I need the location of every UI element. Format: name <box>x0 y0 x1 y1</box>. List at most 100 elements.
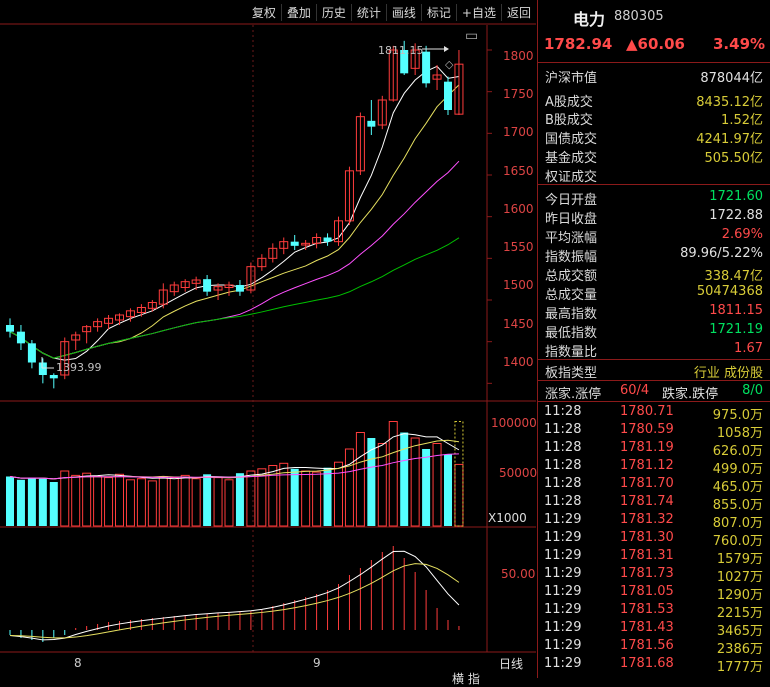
tick-time: 11:29 <box>544 584 582 599</box>
tick-row: 11:28 1781.19 626.0万 <box>538 440 770 459</box>
period-label[interactable]: 日线 <box>499 655 523 672</box>
candle-body <box>367 120 376 127</box>
price-tick: 1400 <box>503 355 534 369</box>
tick-volume: 1058万 <box>716 426 763 441</box>
tick-price: 1781.31 <box>620 548 674 563</box>
volume-bar <box>246 470 256 527</box>
stat-row: 指数振幅 89.96/5.22% <box>545 246 763 265</box>
price-tick: 1600 <box>503 202 534 216</box>
bottom-partial-label[interactable]: 横 指 <box>452 670 480 687</box>
kline-chart[interactable]: ◇ ▭ <box>0 0 536 678</box>
volume-bar <box>323 467 332 526</box>
volume-bar <box>422 449 431 526</box>
quote-panel: 电力 880305 1782.94 ▲60.06 3.49% 沪深市值 8780… <box>537 0 770 678</box>
volume-bar <box>312 471 322 527</box>
tick-time: 11:28 <box>544 422 582 437</box>
tick-time: 11:28 <box>544 404 582 419</box>
tick-row: 11:28 1781.74 855.0万 <box>538 494 770 513</box>
high-price-label: 1811.15 <box>378 44 424 57</box>
tick-time: 11:29 <box>544 530 582 545</box>
tick-row: 11:28 1780.59 1058万 <box>538 422 770 441</box>
tick-row: 11:28 1781.70 465.0万 <box>538 476 770 495</box>
tick-row: 11:29 1781.43 3465万 <box>538 620 770 639</box>
tick-row: 11:29 1781.30 760.0万 <box>538 530 770 549</box>
advance-decline-row: 涨家.涨停 60/4 跌家.跌停 8/0 <box>545 383 763 402</box>
price-change: ▲60.06 <box>626 35 685 53</box>
tick-row: 11:29 1781.56 2386万 <box>538 638 770 657</box>
tick-volume: 855.0万 <box>712 498 763 513</box>
tick-price: 1781.30 <box>620 530 674 545</box>
volume-bar <box>454 463 464 527</box>
tick-time: 11:29 <box>544 656 582 671</box>
index-name: 电力 <box>573 10 606 29</box>
tick-price: 1780.59 <box>620 422 674 437</box>
tick-row: 11:29 1781.68 1777万 <box>538 656 770 675</box>
volume-bar <box>147 480 157 527</box>
turnover-row: A股成交 8435.12亿 <box>545 95 763 110</box>
index-code: 880305 <box>614 9 664 24</box>
turnover-row: 权证成交 <box>545 170 598 185</box>
volume-bar <box>16 479 25 526</box>
price-tick: 1500 <box>503 278 534 292</box>
tick-time: 11:28 <box>544 476 582 491</box>
macd-dif-line <box>9 550 460 641</box>
board-type-row: 板指类型 行业 成份股 <box>538 361 770 381</box>
volume-bar <box>257 468 267 527</box>
volume-bar <box>38 478 47 526</box>
stat-row: 指数量比 1.67 <box>545 341 763 360</box>
volume-average-line <box>9 439 460 480</box>
chart-area[interactable]: 复权 叠加 历史 统计 画线 标记 +自选 返回 ◇ ▭ 1811.15 139… <box>0 0 537 686</box>
tick-row: 11:29 1781.05 1290万 <box>538 584 770 603</box>
tick-row: 11:29 1781.32 807.0万 <box>538 512 770 531</box>
volume-bar <box>290 468 299 526</box>
volume-tick: 100000 <box>491 416 537 430</box>
diamond-icon[interactable]: ◇ <box>445 58 454 71</box>
low-price-label: 1393.99 <box>56 361 102 374</box>
tick-row: 11:28 1780.71 975.0万 <box>538 404 770 423</box>
current-price: 1782.94 <box>544 35 613 53</box>
tick-volume: 1027万 <box>716 570 763 585</box>
volume-bar-outline <box>454 421 464 527</box>
candle-body <box>290 241 299 246</box>
tick-price: 1781.32 <box>620 512 674 527</box>
stat-row: 总成交量 50474368 <box>545 284 763 303</box>
high-marker-arrow-icon <box>444 46 449 52</box>
volume-bar <box>115 473 124 527</box>
volume-bar <box>104 477 114 527</box>
tick-volume: 499.0万 <box>712 462 763 477</box>
volume-average-line <box>9 433 460 480</box>
stat-row: 最高指数 1811.15 <box>545 303 763 322</box>
board-type-value[interactable]: 行业 成份股 <box>694 362 763 381</box>
tick-volume: 626.0万 <box>712 444 763 459</box>
volume-unit-label: X1000 <box>488 511 527 525</box>
tick-time: 11:29 <box>544 620 582 635</box>
volume-bar <box>6 476 14 526</box>
volume-bar <box>444 454 452 526</box>
quote-summary: 1782.94 ▲60.06 3.49% <box>538 35 770 57</box>
volume-bar <box>400 432 409 526</box>
tick-volume: 975.0万 <box>712 408 763 423</box>
macd-dea-line <box>9 563 460 639</box>
tick-volume: 1290万 <box>716 588 763 603</box>
tick-price: 1781.43 <box>620 620 674 635</box>
price-change-pct: 3.49% <box>713 35 766 53</box>
volume-bar <box>136 478 146 527</box>
volume-bar <box>213 477 223 527</box>
volume-bar <box>27 477 36 526</box>
tick-price: 1781.74 <box>620 494 674 509</box>
tick-price: 1781.12 <box>620 458 674 473</box>
tick-volume: 1777万 <box>716 660 763 675</box>
tick-row: 11:29 1781.73 1027万 <box>538 566 770 585</box>
tick-row: 11:29 1781.53 2215万 <box>538 602 770 621</box>
tick-price: 1781.56 <box>620 638 674 653</box>
turnover-row: 国债成交 4241.97亿 <box>545 132 763 147</box>
tick-volume: 2215万 <box>716 606 763 621</box>
volume-bar <box>410 437 420 527</box>
expand-icon[interactable]: ▭ <box>465 28 478 44</box>
stat-row: 平均涨幅 2.69% <box>545 227 763 246</box>
stat-row: 今日开盘 1721.60 <box>545 189 763 208</box>
tick-price: 1781.68 <box>620 656 674 671</box>
candle-body <box>27 343 36 363</box>
candle-body <box>38 362 47 375</box>
volume-bar <box>49 482 58 526</box>
